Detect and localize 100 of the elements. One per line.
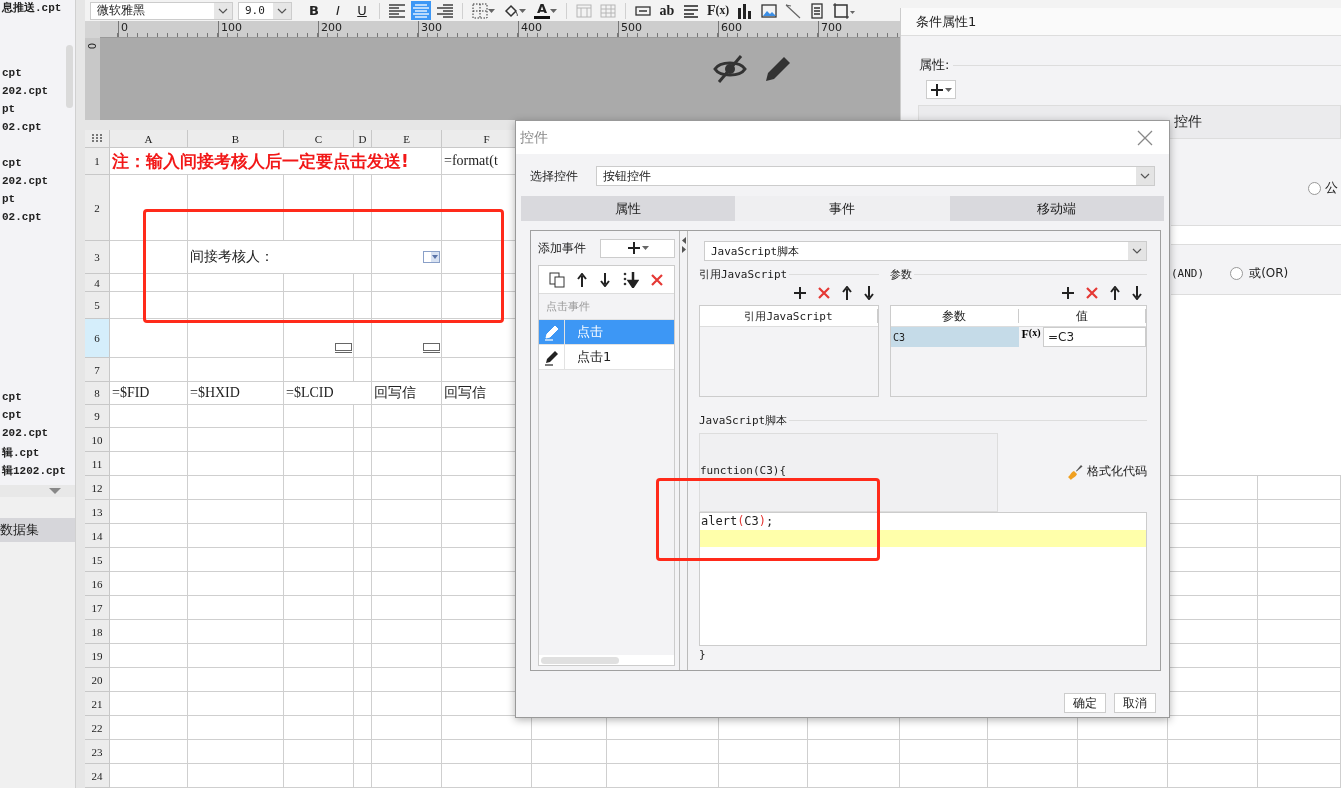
file-item[interactable]: 202.cpt (2, 85, 49, 103)
table-cell[interactable] (110, 764, 188, 788)
table-cell[interactable] (354, 476, 372, 500)
table-cell[interactable] (110, 274, 188, 292)
column-header[interactable]: A (110, 130, 188, 148)
table-cell[interactable] (354, 572, 372, 596)
table-cell[interactable] (110, 476, 188, 500)
table-cell[interactable] (988, 740, 1078, 764)
row-header[interactable]: 6 (85, 319, 110, 358)
table-cell[interactable] (372, 596, 442, 620)
table-cell[interactable] (1078, 764, 1168, 788)
table-cell[interactable] (354, 596, 372, 620)
table-cell[interactable] (442, 764, 532, 788)
table-cell[interactable] (442, 740, 532, 764)
table-cell[interactable] (372, 692, 442, 716)
table-cell[interactable] (284, 292, 354, 319)
column-header[interactable]: D (354, 130, 372, 148)
table-cell[interactable] (1168, 716, 1258, 740)
dialog-button[interactable]: 确定 (1064, 693, 1106, 713)
table-cell[interactable]: =$LCID (284, 382, 372, 405)
table-cell[interactable] (372, 740, 442, 764)
row-header[interactable]: 12 (85, 476, 110, 500)
row-header[interactable]: 15 (85, 548, 110, 572)
table-cell[interactable] (110, 452, 188, 476)
table-cell[interactable] (110, 292, 188, 319)
table-cell[interactable] (719, 764, 808, 788)
row-header[interactable]: 21 (85, 692, 110, 716)
font-size-select[interactable]: 9.0 (238, 1, 292, 20)
table-cell[interactable] (354, 668, 372, 692)
table-cell[interactable] (354, 274, 372, 292)
font-select[interactable]: 微软雅黑 (90, 1, 233, 20)
row-header[interactable]: 2 (85, 175, 110, 241)
row-header[interactable]: 9 (85, 405, 110, 428)
table-cell[interactable] (354, 644, 372, 668)
table-cell[interactable] (284, 740, 354, 764)
scrollbar-thumb[interactable] (541, 657, 619, 664)
parameter-value-field[interactable]: =C3 (1043, 327, 1146, 347)
collapse-bar[interactable] (0, 485, 75, 497)
font-color-button[interactable]: A (532, 1, 559, 20)
table-cell[interactable] (372, 405, 442, 428)
table-cell[interactable] (188, 500, 284, 524)
table-cell[interactable] (1168, 764, 1258, 788)
table-cell[interactable] (354, 740, 372, 764)
dialog-tab[interactable]: 事件 (735, 196, 950, 221)
column-header[interactable]: C (284, 130, 354, 148)
select-all-corner[interactable] (85, 130, 110, 148)
table-cell[interactable] (284, 764, 354, 788)
align-button[interactable] (387, 1, 407, 20)
table-cell[interactable] (808, 740, 900, 764)
table-cell[interactable] (188, 476, 284, 500)
table-cell[interactable] (372, 292, 442, 319)
table-cell[interactable] (354, 292, 372, 319)
table-cell[interactable] (110, 620, 188, 644)
dataset-tab[interactable]: 数据集 (0, 518, 75, 542)
table-cell[interactable] (110, 740, 188, 764)
table-cell[interactable] (354, 548, 372, 572)
table-cell[interactable] (284, 319, 354, 358)
table-cell[interactable] (284, 692, 354, 716)
scrollbar-thumb[interactable] (66, 45, 73, 108)
table-cell[interactable] (284, 548, 354, 572)
insert-button[interactable]: ab (657, 1, 677, 20)
row-header[interactable]: 13 (85, 500, 110, 524)
table-cell[interactable] (188, 452, 284, 476)
table-cell[interactable]: 间接考核人： (188, 241, 372, 274)
row-header[interactable]: 19 (85, 644, 110, 668)
file-item[interactable]: 息推送.cpt (2, 0, 62, 18)
row-header[interactable]: 23 (85, 740, 110, 764)
style-button[interactable]: I (328, 1, 348, 20)
table-cell[interactable] (372, 241, 442, 274)
table-cell[interactable] (284, 524, 354, 548)
table-cell[interactable] (1258, 692, 1341, 716)
table-cell[interactable] (110, 405, 188, 428)
table-cell[interactable] (188, 572, 284, 596)
style-button[interactable]: U (352, 1, 372, 20)
table-cell[interactable] (1258, 644, 1341, 668)
file-item[interactable]: cpt (2, 391, 22, 409)
table-cell[interactable] (354, 405, 372, 428)
row-header[interactable]: 3 (85, 241, 110, 274)
table-cell[interactable] (372, 452, 442, 476)
table-cell[interactable]: 回写信 (372, 382, 442, 405)
file-item[interactable]: 02.cpt (2, 121, 42, 139)
table-cell[interactable] (354, 716, 372, 740)
align-button[interactable] (411, 1, 431, 20)
file-item[interactable]: cpt (2, 157, 22, 175)
file-item[interactable]: 辑1202.cpt (2, 463, 65, 481)
table-cell[interactable] (354, 358, 372, 382)
table-cell[interactable] (110, 319, 188, 358)
close-button[interactable] (1137, 129, 1153, 146)
row-header[interactable]: 24 (85, 764, 110, 788)
table-cell[interactable] (188, 292, 284, 319)
table-cell[interactable] (188, 175, 284, 241)
row-header[interactable]: 14 (85, 524, 110, 548)
table-cell[interactable] (188, 692, 284, 716)
table-cell[interactable] (372, 476, 442, 500)
table-cell[interactable] (354, 452, 372, 476)
table-cell[interactable] (372, 274, 442, 292)
table-cell[interactable] (188, 524, 284, 548)
table-cell[interactable] (188, 596, 284, 620)
table-cell[interactable] (284, 572, 354, 596)
table-cell[interactable] (372, 524, 442, 548)
